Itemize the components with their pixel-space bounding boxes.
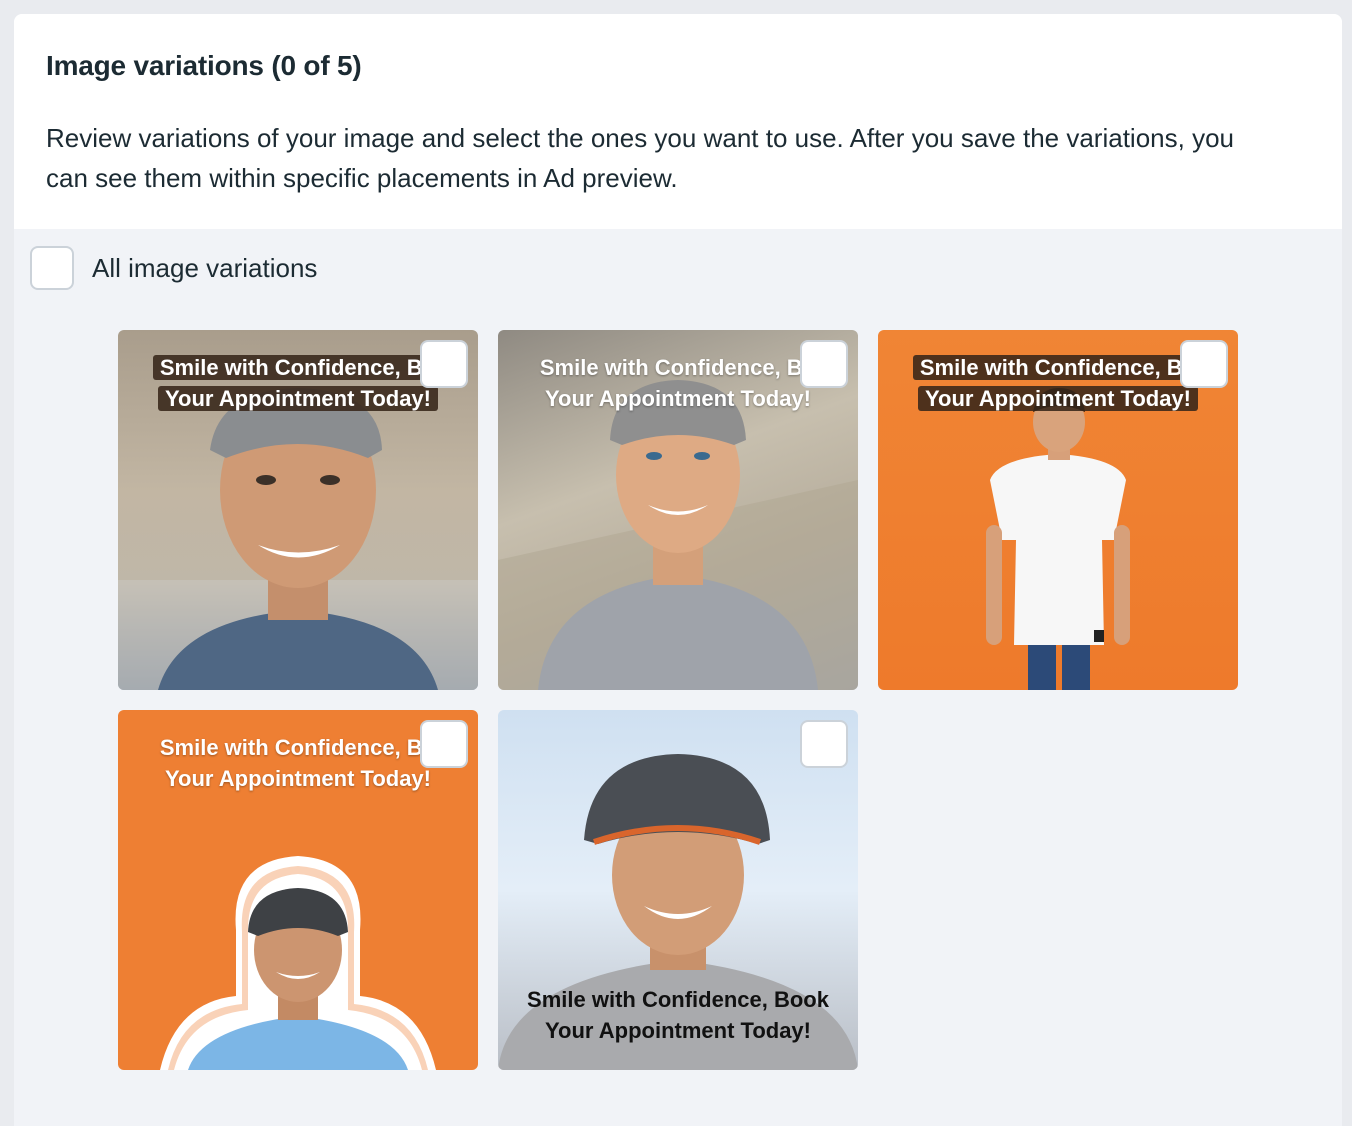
variation-tile-4[interactable]: Smile with Confidence, Bo Your Appointmen… <box>118 710 478 1070</box>
variation-checkbox-4[interactable] <box>420 720 468 768</box>
variation-checkbox-1[interactable] <box>420 340 468 388</box>
panel-description: Review variations of your image and sele… <box>46 123 1234 193</box>
select-all-row[interactable]: All image variations <box>30 246 317 290</box>
image-variations-panel: Image variations (0 of 5) Review variati… <box>14 14 1342 1126</box>
variation-tile-1[interactable]: Smile with Confidence, Bo Your Appointmen… <box>118 330 478 690</box>
select-all-label: All image variations <box>92 252 318 283</box>
select-all-checkbox[interactable] <box>30 246 74 290</box>
variation-tile-5[interactable]: Smile with Confidence, Book Your Appointm… <box>498 710 858 1070</box>
variation-caption-5: Smile with Confidence, Book Your Appointm… <box>527 987 829 1043</box>
variation-checkbox-5[interactable] <box>800 720 848 768</box>
variation-tile-3[interactable]: Smile with Confidence, Bo Your Appointmen… <box>878 330 1238 690</box>
panel-header: Image variations (0 of 5) Review variati… <box>14 14 1342 229</box>
variation-checkbox-2[interactable] <box>800 340 848 388</box>
panel-title: Image variations (0 of 5) <box>46 50 362 81</box>
variation-checkbox-3[interactable] <box>1180 340 1228 388</box>
variation-tile-2[interactable]: Smile with Confidence, Bo Your Appointmen… <box>498 330 858 690</box>
